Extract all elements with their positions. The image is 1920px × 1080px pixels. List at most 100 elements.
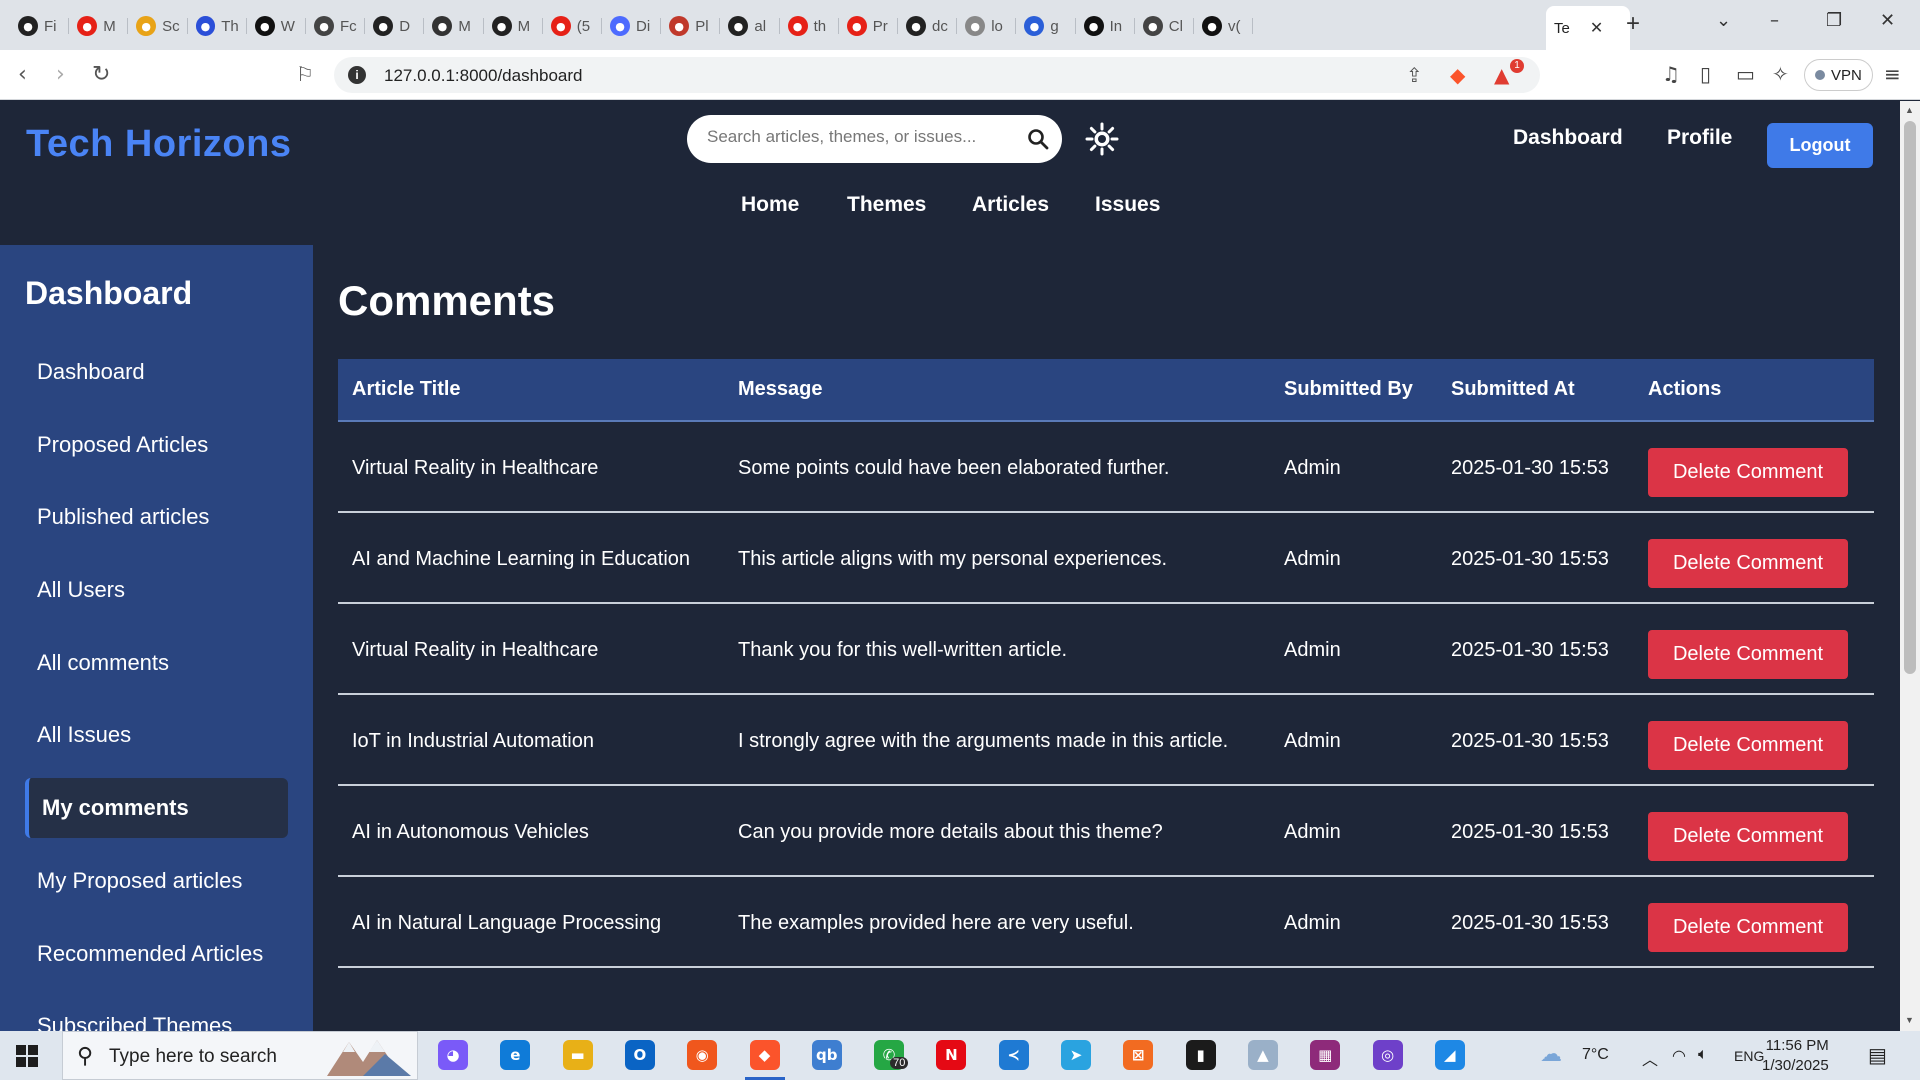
scrollbar-thumb[interactable] (1904, 121, 1916, 674)
browser-tab[interactable]: ● M (484, 10, 543, 42)
maximize-icon[interactable]: ❐ (1826, 10, 1842, 31)
volume-icon[interactable]: 🔈︎ (1698, 1046, 1708, 1064)
delete-comment-button[interactable]: Delete Comment (1648, 630, 1848, 679)
bookmark-icon[interactable]: ⚐ (296, 62, 314, 86)
edge-icon[interactable]: e (500, 1040, 531, 1070)
close-window-icon[interactable]: ✕ (1880, 10, 1895, 31)
new-tab-button[interactable]: + (1626, 10, 1640, 38)
browser-tab[interactable]: ● D (365, 10, 425, 42)
taskbar-search-box[interactable]: ⚲ Type here to search (62, 1031, 418, 1080)
search-input[interactable] (707, 127, 1017, 147)
browser-tab[interactable]: ● Fi (10, 10, 70, 42)
weather-icon[interactable]: ☁ (1540, 1041, 1562, 1067)
notifications-icon[interactable]: ▤ (1868, 1043, 1887, 1068)
copilot-icon[interactable]: ◕ (438, 1040, 468, 1070)
scroll-down-icon[interactable]: ▼ (1905, 1015, 1914, 1025)
delete-comment-button[interactable]: Delete Comment (1648, 721, 1848, 770)
qbittorrent-icon[interactable]: qb (811, 1040, 842, 1070)
nav-articles-link[interactable]: Articles (972, 193, 1049, 217)
windows-start-icon[interactable] (16, 1045, 38, 1067)
theme-toggle-button[interactable] (1082, 119, 1122, 159)
weather-temperature[interactable]: 7°C (1582, 1046, 1609, 1064)
sidebar-item-published-articles[interactable]: Published articles (25, 487, 288, 547)
sidebar-toggle-icon[interactable]: ▯ (1700, 62, 1711, 86)
paint-icon[interactable]: ◢ (1434, 1040, 1465, 1070)
menu-icon[interactable]: ≡ (1884, 62, 1901, 86)
nav-home-link[interactable]: Home (741, 193, 799, 217)
browser-tab[interactable]: ● lo (957, 10, 1017, 42)
browser-tab[interactable]: ● Pl (661, 10, 721, 42)
browser-tab[interactable]: ● W (247, 10, 306, 42)
github-desktop-icon[interactable]: ◎ (1372, 1040, 1403, 1070)
winrar-icon[interactable]: ▦ (1310, 1040, 1341, 1070)
delete-comment-button[interactable]: Delete Comment (1648, 903, 1848, 952)
page-scrollbar[interactable]: ▲ ▼ (1900, 101, 1920, 1031)
browser-tab[interactable]: ● Sc (128, 10, 188, 42)
nav-themes-link[interactable]: Themes (847, 193, 926, 217)
media-icon[interactable]: ♫ (1662, 62, 1680, 86)
forward-icon[interactable]: › (56, 62, 65, 87)
reload-icon[interactable]: ↻ (92, 62, 110, 87)
vscode-icon[interactable]: ≺ (998, 1040, 1029, 1070)
brave-icon[interactable]: ◆ (749, 1040, 780, 1070)
file-explorer-icon[interactable]: ▬ (562, 1040, 593, 1070)
brave-rewards-icon[interactable]: ▲ (1494, 63, 1509, 87)
terminal-icon[interactable]: ▮ (1185, 1040, 1216, 1070)
scroll-up-icon[interactable]: ▲ (1905, 105, 1914, 115)
sidebar-item-all-comments[interactable]: All comments (25, 633, 288, 693)
brave-shields-icon[interactable]: ◆ (1450, 63, 1465, 87)
sidebar-item-all-issues[interactable]: All Issues (25, 705, 288, 765)
logout-button[interactable]: Logout (1767, 123, 1873, 168)
back-icon[interactable]: ‹ (18, 62, 27, 87)
firefox-icon[interactable]: ◉ (687, 1040, 718, 1070)
photos-icon[interactable]: ▲ (1247, 1040, 1278, 1070)
brand-logo[interactable]: Tech Horizons (26, 123, 292, 166)
sidebar-item-my-comments[interactable]: My comments (25, 778, 288, 838)
browser-tab[interactable]: ● M (69, 10, 129, 42)
browser-tab[interactable]: ● dc (898, 10, 958, 42)
wallet-icon[interactable]: ▭ (1736, 62, 1755, 86)
network-icon[interactable]: ◠ (1672, 1046, 1686, 1066)
browser-tab[interactable]: ● (5 (543, 10, 602, 42)
sidebar-item-proposed-articles[interactable]: Proposed Articles (25, 415, 288, 475)
search-icon[interactable] (1026, 127, 1050, 151)
browser-tab[interactable]: ● Di (602, 10, 662, 42)
delete-comment-button[interactable]: Delete Comment (1648, 539, 1848, 588)
vpn-button[interactable]: VPN (1804, 59, 1873, 91)
site-info-icon[interactable]: i (348, 66, 366, 84)
tab-close-icon[interactable]: ✕ (1590, 18, 1603, 38)
browser-tab[interactable]: ● Pr (839, 10, 898, 42)
delete-comment-button[interactable]: Delete Comment (1648, 812, 1848, 861)
browser-tab[interactable]: ● Fc (306, 10, 366, 42)
nav-issues-link[interactable]: Issues (1095, 193, 1160, 217)
delete-comment-button[interactable]: Delete Comment (1648, 448, 1848, 497)
browser-tab[interactable]: ● Cl (1135, 10, 1194, 42)
url-field[interactable]: i 127.0.0.1:8000/dashboard ⇪ ◆ ▲ 1 (334, 57, 1540, 93)
taskbar-clock[interactable]: 11:56 PM 1/30/2025 (1762, 1036, 1829, 1076)
nav-dashboard-link[interactable]: Dashboard (1513, 126, 1623, 150)
browser-tab-active[interactable]: Te ✕ (1546, 6, 1630, 50)
sidebar-item-recommended-articles[interactable]: Recommended Articles (25, 924, 288, 984)
sidebar-item-subscribed-themes[interactable]: Subscribed Themes (25, 996, 288, 1031)
browser-tab[interactable]: ● Th (188, 10, 247, 42)
browser-tab[interactable]: ● M (424, 10, 484, 42)
share-icon[interactable]: ⇪ (1406, 63, 1423, 87)
browser-tab[interactable]: ● v( (1194, 10, 1254, 42)
sidebar-item-all-users[interactable]: All Users (25, 560, 288, 620)
browser-tab[interactable]: ● al (720, 10, 780, 42)
outlook-icon[interactable]: O (624, 1040, 655, 1070)
xampp-icon[interactable]: ⊠ (1123, 1040, 1154, 1070)
language-indicator[interactable]: ENG (1734, 1048, 1764, 1064)
tab-search-chevron-icon[interactable]: ⌄ (1716, 10, 1731, 31)
leo-ai-icon[interactable]: ✧ (1772, 62, 1789, 86)
browser-tab[interactable]: ● In (1076, 10, 1135, 42)
browser-tab[interactable]: ● th (780, 10, 839, 42)
minimize-icon[interactable]: – (1770, 10, 1779, 31)
tray-overflow-icon[interactable]: ︿ (1642, 1046, 1658, 1070)
sidebar-item-my-proposed-articles[interactable]: My Proposed articles (25, 851, 288, 911)
browser-tab[interactable]: ● g (1016, 10, 1076, 42)
netflix-icon[interactable]: N (936, 1040, 967, 1070)
nav-profile-link[interactable]: Profile (1667, 126, 1732, 150)
telegram-icon[interactable]: ➤ (1061, 1040, 1091, 1070)
sidebar-item-dashboard[interactable]: Dashboard (25, 342, 288, 402)
